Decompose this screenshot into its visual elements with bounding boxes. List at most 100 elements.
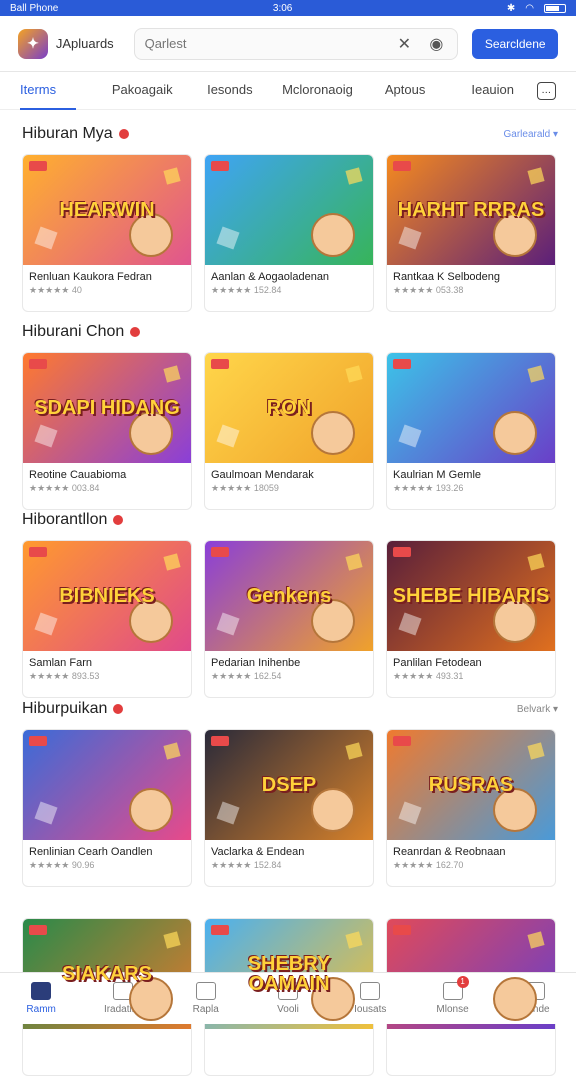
more-tabs-icon[interactable]: … — [536, 81, 557, 100]
search-input[interactable] — [144, 36, 384, 51]
game-thumbnail: DSEP — [205, 730, 373, 840]
decor-block — [163, 553, 181, 571]
game-card[interactable]: Genkens Pedarian Inihenbe ★★★★★ 162.54 — [204, 540, 374, 698]
search-button[interactable]: Searcldene — [472, 28, 559, 59]
game-card[interactable]: BIBNIEKS Samlan Farn ★★★★★ 893.53 — [22, 540, 192, 698]
decor-block — [163, 742, 181, 760]
game-thumbnail — [205, 155, 373, 265]
section-title: Hiburani Chon — [22, 323, 125, 340]
notification-badge: 1 — [456, 976, 469, 988]
section-header: Hiburani Chon — [22, 320, 558, 344]
card-title: Renluan Kaukora Fedran — [29, 271, 152, 283]
decor-block — [34, 226, 58, 250]
decor-block — [216, 226, 240, 250]
section-header: Hiborantllon — [22, 508, 558, 532]
card-rating: ★★★★★ 18059 — [211, 483, 279, 493]
section-title: Hiborantllon — [22, 511, 108, 528]
game-card[interactable]: Renlinian Cearh Oandlen ★★★★★ 90.96 — [22, 729, 192, 887]
game-card[interactable]: SHEBE HIBARIS Panlilan Fetodean ★★★★★ 493.… — [386, 540, 556, 698]
tab-0[interactable]: Iterms — [20, 72, 77, 110]
decor-block — [34, 612, 58, 636]
nav-label: Vooli — [277, 1004, 299, 1015]
game-thumbnail — [23, 730, 191, 840]
decor-block — [345, 931, 363, 949]
home-icon — [31, 982, 52, 1000]
tab-2[interactable]: Iesonds — [186, 72, 274, 110]
section-header: Hiburan Mya Garlearald ▾ — [22, 122, 558, 146]
verified-dot-icon — [113, 704, 124, 714]
card-row: Renlinian Cearh Oandlen ★★★★★ 90.96 DSEP Va… — [22, 729, 558, 887]
game-card[interactable]: Kaulrian M Gemle ★★★★★ 193.26 — [386, 352, 556, 510]
price-tag-icon — [29, 161, 47, 171]
battery-icon — [544, 3, 566, 13]
tab-3[interactable]: Mcloronaoig — [274, 72, 362, 110]
game-thumbnail: HARHT RRRAS — [387, 155, 555, 265]
decor-block — [345, 167, 363, 185]
see-all-link[interactable]: Belvark ▾ — [517, 704, 558, 715]
thumbnail-title: SDAPI HIDANG — [34, 397, 180, 419]
section-header — [22, 886, 558, 910]
game-thumbnail: RUSRAS — [387, 730, 555, 840]
section-3: Hiburpuikan Belvark ▾ Renlinian Cearh Oand… — [22, 697, 558, 887]
thumbnail-title: RON — [266, 397, 312, 419]
game-card[interactable]: SDAPI HIDANG Reotine Cauabioma ★★★★★ 003.8… — [22, 352, 192, 510]
game-card[interactable]: DSEP Vaclarka & Endean ★★★★★ 152.84 — [204, 729, 374, 887]
decor-block — [527, 742, 545, 760]
game-thumbnail: BIBNIEKS — [23, 541, 191, 651]
character-figure — [311, 788, 355, 832]
game-thumbnail: SHEBE HIBARIS — [387, 541, 555, 651]
game-card[interactable]: RON Gaulmoan Mendarak ★★★★★ 18059 — [204, 352, 374, 510]
thumbnail-title: SHEBE HIBARIS — [392, 585, 550, 607]
nav-label: Iousats — [354, 1004, 387, 1015]
decor-block — [527, 553, 545, 571]
card-rating: ★★★★★ 193.26 — [393, 483, 464, 493]
card-title — [205, 1029, 373, 1037]
thumbnail-title: DSEP — [261, 774, 317, 796]
tab-5[interactable]: Ieauion — [449, 72, 537, 110]
section-2: Hiborantllon BIBNIEKS Samlan Farn ★★★★★ 893… — [22, 508, 558, 698]
voice-search-icon[interactable]: ◉ — [425, 33, 447, 55]
price-tag-icon — [393, 161, 411, 171]
app-logo-icon[interactable]: ✦ — [18, 28, 48, 59]
thumbnail-title: HARHT RRRAS — [397, 199, 545, 221]
card-rating: ★★★★★ 40 — [29, 285, 82, 295]
decor-block — [345, 742, 363, 760]
status-icons: ✱ ◠ — [507, 3, 566, 14]
game-card[interactable]: HEARWIN Renluan Kaukora Fedran ★★★★★ 40 — [22, 154, 192, 312]
game-card[interactable]: RUSRAS Reanrdan & Reobnaan ★★★★★ 162.70 — [386, 729, 556, 887]
game-thumbnail: Genkens — [205, 541, 373, 651]
decor-block — [345, 365, 363, 383]
nav-item-5[interactable]: 1 Mlonse — [411, 973, 493, 1024]
game-thumbnail: RON — [205, 353, 373, 463]
game-card[interactable]: Aanlan & Aogaoladenan ★★★★★ 152.84 — [204, 154, 374, 312]
nav-label: Ramm — [26, 1004, 56, 1015]
chat-icon: 1 — [442, 976, 469, 1000]
decor-block — [34, 801, 58, 825]
card-rating: ★★★★★ 003.84 — [29, 483, 100, 493]
clear-icon[interactable]: ✕ — [393, 33, 415, 55]
price-tag-icon — [393, 547, 411, 557]
tab-1[interactable]: Pakoagaik — [98, 72, 186, 110]
verified-dot-icon — [113, 515, 124, 525]
game-thumbnail: HEARWIN — [23, 155, 191, 265]
game-card[interactable]: HARHT RRRAS Rantkaa K Selbodeng ★★★★★ 053.… — [386, 154, 556, 312]
tab-4[interactable]: Aptous — [361, 72, 449, 110]
decor-block — [163, 365, 181, 383]
decor-block — [398, 612, 422, 636]
card-rating: ★★★★★ 152.84 — [211, 285, 282, 295]
thumbnail-title: SHEBRY OAMAIN — [247, 953, 331, 995]
character-figure — [493, 977, 537, 1021]
card-title: Reanrdan & Reobnaan — [393, 846, 506, 858]
price-tag-icon — [29, 925, 47, 935]
card-title: Vaclarka & Endean — [211, 846, 305, 858]
price-tag-icon — [211, 736, 229, 746]
decor-block — [398, 424, 422, 448]
character-figure — [311, 411, 355, 455]
card-title: Gaulmoan Mendarak — [211, 469, 314, 481]
nav-label: Mlonse — [436, 1004, 469, 1015]
decor-block — [216, 612, 240, 636]
section-title: Hiburpuikan — [22, 700, 108, 717]
see-all-link[interactable]: Garlearald ▾ — [504, 129, 559, 140]
game-thumbnail — [387, 353, 555, 463]
card-title — [23, 1029, 191, 1037]
